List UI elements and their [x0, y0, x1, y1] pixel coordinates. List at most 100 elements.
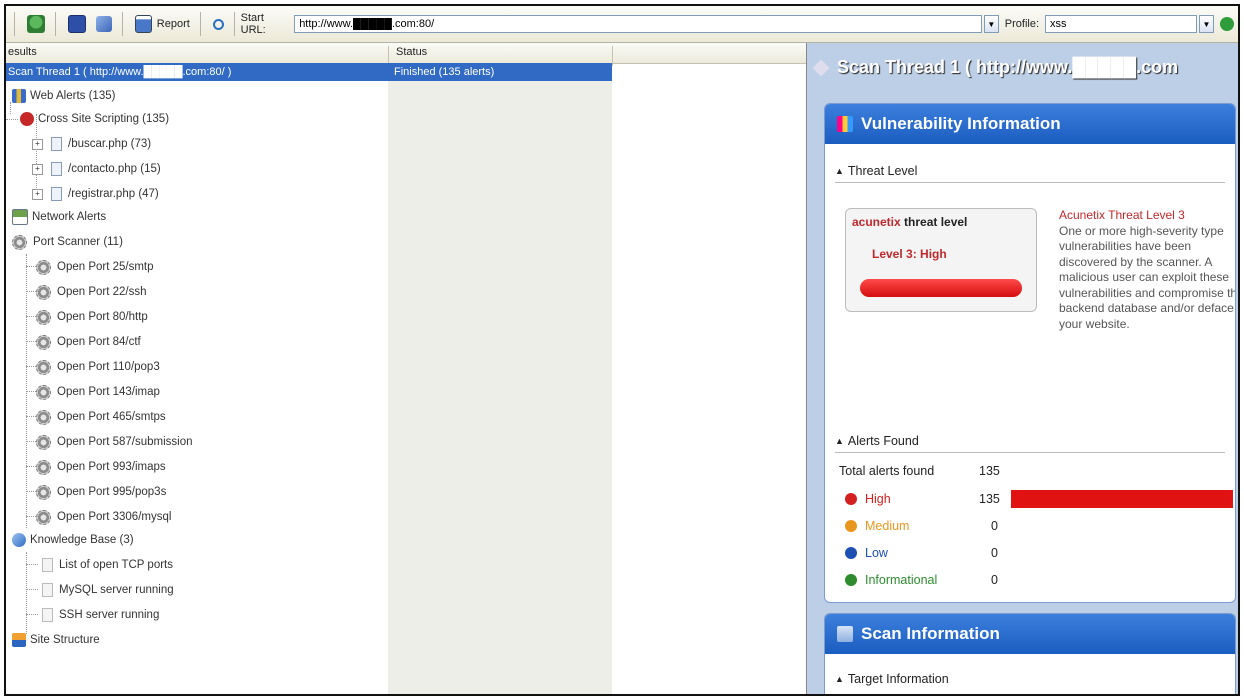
threat-level-value: Level 3: High: [872, 247, 947, 261]
tree-line-icon: [6, 118, 18, 120]
target-info-toggle[interactable]: ▲ Target Information: [835, 672, 1235, 686]
tree-item-file[interactable]: + /contacto.php (15): [32, 159, 161, 179]
column-divider[interactable]: [612, 46, 613, 66]
tree-item-port[interactable]: Open Port 25/smtp: [36, 257, 154, 277]
alert-severity-row[interactable]: High: [845, 492, 891, 506]
gear-icon: [36, 384, 51, 400]
tree-label: List of open TCP ports: [59, 559, 174, 571]
save-all-button[interactable]: [92, 11, 116, 37]
profile-input[interactable]: [1045, 15, 1198, 33]
tree-item-file[interactable]: + /buscar.php (73): [32, 134, 151, 154]
results-column-title[interactable]: esults: [8, 46, 37, 58]
alerts-found-toggle[interactable]: ▲ Alerts Found: [835, 434, 1235, 448]
target-info-heading: Target Information: [847, 672, 949, 686]
tree-line: [26, 466, 36, 467]
tree-line: [26, 391, 36, 392]
tree-item-kb[interactable]: List of open TCP ports: [42, 555, 173, 575]
expand-icon[interactable]: +: [32, 163, 43, 175]
tree-label: Open Port 110/pop3: [57, 361, 160, 373]
tree-label: Open Port 22/ssh: [57, 286, 147, 298]
vulnerability-panel-title: Vulnerability Information: [861, 114, 1061, 133]
tree-item-port[interactable]: Open Port 143/imap: [36, 382, 160, 402]
tree-line: [26, 316, 36, 317]
tree-item-site-structure[interactable]: Site Structure: [12, 630, 100, 650]
acunetix-logo-text: acunetix: [852, 215, 901, 229]
tree-item-port[interactable]: Open Port 995/pop3s: [36, 482, 166, 502]
tree-item-port-scanner[interactable]: Port Scanner (11): [12, 232, 123, 252]
profile-dropdown[interactable]: ▼: [1199, 15, 1214, 33]
search-button[interactable]: [209, 11, 228, 37]
tree-item-xss[interactable]: Cross Site Scripting (135): [6, 109, 169, 129]
tree-item-knowledge-base[interactable]: Knowledge Base (3): [12, 530, 134, 550]
file-icon: [51, 162, 62, 176]
alert-severity-row[interactable]: Low: [845, 546, 888, 560]
tree-item-port[interactable]: Open Port 80/http: [36, 307, 148, 327]
report-button[interactable]: Report: [131, 11, 194, 37]
tree-item-network-alerts[interactable]: Network Alerts: [12, 207, 106, 227]
tree-label: /registrar.php (47): [68, 188, 159, 200]
alert-severity-row[interactable]: Medium: [845, 519, 909, 533]
tree-item-kb[interactable]: SSH server running: [42, 605, 159, 625]
threat-description-body: One or more high-severity type vulnerabi…: [1059, 223, 1236, 331]
start-scan-button[interactable]: [1216, 11, 1238, 37]
alerts-found-section: ▲ Alerts Found: [825, 434, 1235, 453]
tree-label: Open Port 143/imap: [57, 386, 160, 398]
status-column-title[interactable]: Status: [396, 46, 427, 58]
scan-info-panel-header: Scan Information: [825, 614, 1235, 654]
tree-item-port[interactable]: Open Port 84/ctf: [36, 332, 141, 352]
tree-item-port[interactable]: Open Port 110/pop3: [36, 357, 160, 377]
tree-item-kb[interactable]: MySQL server running: [42, 580, 174, 600]
scan-thread-status: Finished (135 alerts): [394, 66, 495, 78]
tree-item-web-alerts[interactable]: Web Alerts (135): [12, 86, 115, 106]
save-button[interactable]: [64, 11, 90, 37]
alert-severity-row[interactable]: Informational: [845, 573, 937, 587]
tree-item-port[interactable]: Open Port 465/smtps: [36, 407, 166, 427]
toolbar-separator: [233, 12, 235, 36]
results-pane: esults Status Scan Thread 1 ( http://www…: [6, 43, 807, 694]
tree-line: [26, 266, 36, 267]
tree-item-port[interactable]: Open Port 3306/mysql: [36, 507, 171, 527]
chart-icon: [837, 116, 853, 132]
tree-line: [26, 341, 36, 342]
severity-label: Medium: [865, 519, 910, 533]
toolbar-separator: [199, 12, 201, 36]
knowledge-base-icon: [12, 533, 26, 547]
tree-item-port[interactable]: Open Port 993/imaps: [36, 457, 166, 477]
collapse-icon: ▲: [835, 436, 844, 446]
tree-label: Knowledge Base (3): [30, 534, 134, 546]
tree-line: [26, 564, 38, 565]
collapse-icon: ▲: [835, 674, 844, 684]
severity-label: Low: [865, 546, 888, 560]
gear-icon: [36, 259, 51, 275]
tree-label: Cross Site Scripting (135): [38, 113, 170, 125]
tree-label: Open Port 995/pop3s: [57, 486, 167, 498]
new-scan-button[interactable]: [23, 11, 49, 37]
scan-thread-row[interactable]: Scan Thread 1 ( http://www.█████.com:80/…: [6, 63, 612, 81]
document-icon: [42, 558, 53, 572]
scan-info-panel: Scan Information ▲ Target Information: [824, 613, 1236, 694]
expand-icon[interactable]: +: [32, 188, 43, 200]
expand-icon[interactable]: +: [32, 138, 43, 150]
report-icon: [134, 15, 152, 33]
tree-label: Open Port 587/submission: [57, 436, 193, 448]
severity-bar: [1011, 490, 1233, 508]
gear-icon: [36, 434, 51, 450]
start-url-dropdown[interactable]: ▼: [983, 15, 999, 33]
tree-label: MySQL server running: [59, 584, 174, 596]
start-url-input[interactable]: [294, 15, 982, 33]
threat-level-heading: Threat Level: [847, 164, 918, 178]
gear-icon: [36, 284, 51, 300]
total-alerts-label: Total alerts found: [839, 464, 935, 478]
tree-item-port[interactable]: Open Port 587/submission: [36, 432, 193, 452]
gear-icon: [36, 334, 51, 350]
severity-count: 135: [979, 492, 1000, 506]
severity-count: 0: [991, 519, 998, 533]
tree-item-port[interactable]: Open Port 22/ssh: [36, 282, 147, 302]
tree-line: [26, 614, 38, 615]
threat-level-toggle[interactable]: ▲ Threat Level: [835, 164, 1235, 178]
tree-item-file[interactable]: + /registrar.php (47): [32, 184, 159, 204]
threat-level-brand: acunetix threat level: [852, 215, 967, 229]
toolbar-separator: [121, 12, 123, 36]
tree-label: Web Alerts (135): [30, 90, 116, 102]
tree-line: [26, 366, 36, 367]
